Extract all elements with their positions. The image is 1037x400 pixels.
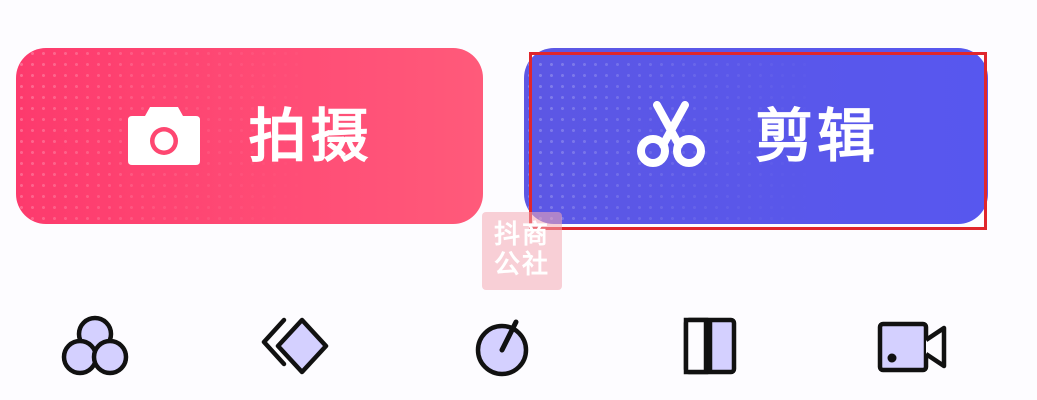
creation-panel: 拍摄 剪辑 抖商 公社 — [0, 0, 1037, 400]
edit-button-label: 剪辑 — [754, 102, 879, 170]
watermark-line-2: 公社 — [493, 250, 550, 280]
tool-layers[interactable] — [258, 312, 338, 380]
filter-circles-icon — [59, 314, 131, 378]
split-panel-icon — [672, 314, 744, 378]
edit-button-content: 剪辑 — [633, 101, 879, 171]
layers-icon — [260, 314, 336, 378]
tool-filter[interactable] — [55, 312, 135, 380]
speed-dial-icon — [466, 314, 538, 378]
tool-split[interactable] — [668, 312, 748, 380]
shoot-button[interactable]: 拍摄 — [16, 48, 483, 224]
shoot-button-content: 拍摄 — [126, 103, 372, 169]
tool-video[interactable] — [872, 312, 952, 380]
edit-button[interactable]: 剪辑 — [524, 48, 988, 224]
tool-speed[interactable] — [462, 312, 542, 380]
watermark-line-1: 抖商 — [493, 220, 550, 251]
camera-icon — [126, 103, 202, 169]
video-camera-icon — [874, 314, 950, 378]
shoot-button-label: 拍摄 — [248, 102, 373, 170]
watermark-stamp: 抖商 公社 — [482, 212, 562, 290]
scissors-icon — [633, 101, 709, 171]
